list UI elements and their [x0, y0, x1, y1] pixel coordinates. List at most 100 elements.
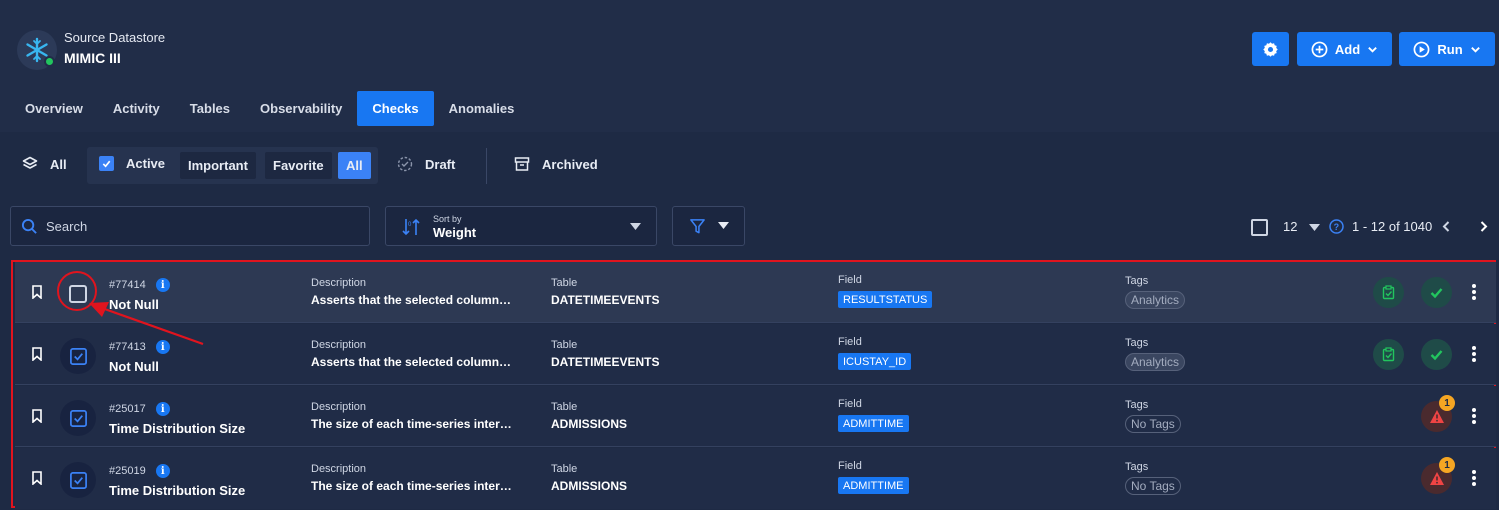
- field-label: Field: [838, 274, 862, 286]
- field-badge: ADMITTIME: [838, 477, 909, 494]
- bookmark-icon[interactable]: [31, 347, 43, 361]
- tab-checks[interactable]: Checks: [357, 91, 434, 126]
- run-button[interactable]: Run: [1399, 32, 1495, 66]
- checkbox-checked-icon: [99, 156, 114, 171]
- filter-active[interactable]: Active: [99, 156, 165, 171]
- tags-label: Tags: [1125, 461, 1149, 473]
- info-icon[interactable]: i: [155, 278, 170, 292]
- info-icon[interactable]: i: [155, 464, 170, 478]
- anomaly-count-badge: 1: [1439, 457, 1455, 473]
- table-label: Table: [551, 401, 578, 413]
- datastore-tabs: Overview Activity Tables Observability C…: [10, 91, 529, 126]
- play-circle-icon: [1413, 41, 1430, 57]
- caret-down-icon[interactable]: [1309, 224, 1320, 232]
- filter-archived[interactable]: Archived: [514, 156, 598, 172]
- description-label: Description: [311, 339, 367, 351]
- info-icon[interactable]: i: [155, 402, 170, 416]
- bookmark-icon[interactable]: [31, 471, 43, 485]
- field-badge: ADMITTIME: [838, 415, 909, 432]
- chevron-left-icon[interactable]: [1441, 220, 1452, 233]
- warning-icon: [1429, 410, 1444, 423]
- checked-box-icon: [69, 347, 87, 365]
- field-badge: RESULTSTATUS: [838, 291, 933, 308]
- filter-favorite[interactable]: Favorite: [265, 152, 332, 179]
- description-label: Description: [311, 401, 367, 413]
- tab-observability[interactable]: Observability: [245, 91, 357, 126]
- table-row[interactable]: #77413 i Not Null Description Asserts tha…: [15, 324, 1496, 385]
- settings-button[interactable]: [1252, 32, 1289, 66]
- description-value: The size of each time-series inter…: [311, 417, 512, 431]
- tab-overview[interactable]: Overview: [10, 91, 98, 126]
- checked-box-icon: [69, 471, 87, 489]
- filter-archived-label: Archived: [542, 156, 598, 172]
- more-options-icon[interactable]: [1470, 283, 1478, 301]
- bookmark-icon[interactable]: [31, 409, 43, 423]
- tab-tables[interactable]: Tables: [175, 91, 245, 126]
- page-size-select[interactable]: 12: [1283, 219, 1297, 234]
- check-id-text: #25019: [109, 465, 146, 477]
- row-select[interactable]: [60, 462, 96, 498]
- tag-badge: Analytics: [1125, 291, 1186, 309]
- checks-list: #77414 i Not Null Description Asserts tha…: [11, 260, 1496, 509]
- table-row[interactable]: #25017 i Time Distribution Size Descripti…: [15, 386, 1496, 447]
- filter-draft[interactable]: Draft: [397, 156, 455, 172]
- select-all-checkbox[interactable]: [1251, 219, 1268, 236]
- description-value: Asserts that the selected column…: [311, 355, 512, 369]
- chevron-down-icon: [1368, 46, 1377, 53]
- filter-icon: [689, 218, 705, 233]
- check-id-text: #25017: [109, 403, 146, 415]
- field-label: Field: [838, 336, 862, 348]
- search-input[interactable]: [46, 218, 346, 234]
- tab-anomalies[interactable]: Anomalies: [434, 91, 530, 126]
- add-button[interactable]: Add: [1297, 32, 1392, 66]
- filter-all[interactable]: All: [22, 156, 67, 172]
- pagination-range: 1 - 12 of 1040: [1352, 219, 1433, 234]
- datastore-name: MIMIC III: [64, 50, 121, 66]
- check-id: #25017 i: [109, 402, 170, 416]
- warning-icon: [1429, 472, 1444, 485]
- passed-status: [1421, 277, 1452, 308]
- tab-activity[interactable]: Activity: [98, 91, 175, 126]
- row-select[interactable]: [60, 400, 96, 436]
- bookmark-icon[interactable]: [31, 285, 43, 299]
- tags-label: Tags: [1125, 337, 1149, 349]
- description-value: Asserts that the selected column…: [311, 293, 512, 307]
- sort-select[interactable]: 0 Sort by Weight: [385, 206, 657, 246]
- connection-status-dot: [44, 56, 55, 67]
- clipboard-check-icon: [1382, 347, 1395, 362]
- filter-menu-button[interactable]: [672, 206, 745, 246]
- table-label: Table: [551, 463, 578, 475]
- help-icon[interactable]: ?: [1329, 219, 1344, 234]
- tag-badge: No Tags: [1125, 415, 1181, 433]
- table-value: ADMISSIONS: [551, 417, 628, 431]
- run-button-label: Run: [1437, 41, 1463, 57]
- table-row[interactable]: #25019 i Time Distribution Size Descripti…: [15, 448, 1496, 509]
- table-value: DATETIMEEVENTS: [551, 355, 660, 369]
- gear-icon: [1263, 41, 1278, 57]
- filter-active-all[interactable]: All: [338, 152, 371, 179]
- clipboard-check-icon: [1382, 285, 1395, 300]
- check-name: Time Distribution Size: [109, 483, 246, 498]
- plus-circle-icon: [1311, 41, 1328, 57]
- more-options-icon[interactable]: [1470, 407, 1478, 425]
- more-options-icon[interactable]: [1470, 345, 1478, 363]
- table-value: ADMISSIONS: [551, 479, 628, 493]
- tag-badge: No Tags: [1125, 477, 1181, 495]
- search-icon: [21, 218, 37, 234]
- layers-icon: [22, 156, 38, 169]
- chevron-right-icon[interactable]: [1478, 220, 1489, 233]
- datastore-type: Source Datastore: [64, 30, 166, 45]
- tags-label: Tags: [1125, 399, 1149, 411]
- check-name: Time Distribution Size: [109, 421, 246, 436]
- check-id: #77414 i: [109, 278, 170, 292]
- search-box: [10, 206, 370, 246]
- divider: [486, 148, 487, 184]
- tags-label: Tags: [1125, 275, 1149, 287]
- annotation-arrow: [89, 302, 204, 346]
- field-badge: ICUSTAY_ID: [838, 353, 912, 370]
- filter-all-label: All: [50, 156, 67, 172]
- more-options-icon[interactable]: [1470, 469, 1478, 487]
- sort-value: Weight: [433, 225, 477, 240]
- table-row[interactable]: #77414 i Not Null Description Asserts tha…: [15, 262, 1496, 323]
- filter-important[interactable]: Important: [180, 152, 256, 179]
